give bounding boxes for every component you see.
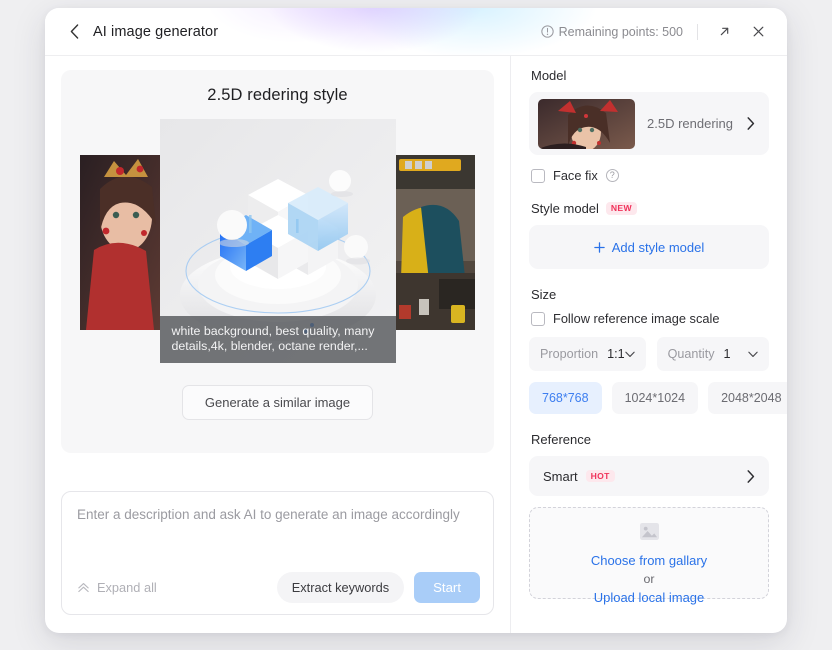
generate-similar-wrap: Generate a similar image bbox=[61, 385, 494, 420]
size-selects: Proportion 1:1 Quantity 1 bbox=[529, 337, 769, 371]
reference-label-text: Reference bbox=[531, 432, 591, 447]
image-carousel: white background, best quality, many det… bbox=[61, 119, 494, 363]
chevron-left-icon bbox=[70, 24, 78, 39]
face-fix-row[interactable]: Face fix ? bbox=[531, 168, 769, 183]
carousel-slide-previous[interactable] bbox=[80, 155, 160, 330]
model-section-label: Model bbox=[531, 68, 769, 83]
settings-pane: Model 2.5D rendering Face fix ? Style mo… bbox=[511, 56, 787, 633]
size-chip-2048[interactable]: 2048*2048 bbox=[708, 382, 787, 414]
proportion-value: 1:1 bbox=[607, 347, 625, 361]
carousel-slide-current[interactable]: white background, best quality, many det… bbox=[159, 119, 396, 363]
prompt-actions: Extract keywords Start bbox=[276, 572, 480, 603]
preview-caption: white background, best quality, many det… bbox=[159, 316, 396, 363]
workshop-thumbnail bbox=[395, 155, 475, 330]
follow-reference-scale-row[interactable]: Follow reference image scale bbox=[531, 311, 769, 326]
model-selector[interactable]: 2.5D rendering bbox=[529, 92, 769, 155]
preview-style-title: 2.5D redering style bbox=[207, 86, 348, 104]
style-model-label-text: Style model bbox=[531, 201, 599, 216]
hot-badge: HOT bbox=[585, 469, 615, 483]
face-fix-label: Face fix bbox=[553, 168, 598, 183]
chevron-double-up-icon bbox=[78, 583, 89, 593]
back-button[interactable] bbox=[63, 21, 85, 43]
chevron-down-icon bbox=[624, 351, 635, 357]
quantity-label: Quantity bbox=[667, 347, 715, 361]
header-divider bbox=[697, 23, 698, 40]
size-chip-1024[interactable]: 1024*1024 bbox=[611, 382, 699, 414]
info-circle-icon bbox=[540, 25, 554, 38]
close-button[interactable] bbox=[745, 19, 771, 45]
question-mark-icon[interactable]: ? bbox=[605, 169, 619, 182]
header-actions: Remaining points: 500 bbox=[540, 19, 771, 45]
ai-image-generator-dialog: AI image generator Remaining points: 500 bbox=[45, 8, 787, 633]
page-title: AI image generator bbox=[93, 23, 219, 40]
size-chip-768[interactable]: 768*768 bbox=[529, 382, 602, 414]
model-thumbnail-image bbox=[538, 98, 635, 149]
proportion-caret bbox=[624, 351, 635, 358]
face-fix-checkbox[interactable] bbox=[531, 168, 545, 183]
dialog-header: AI image generator Remaining points: 500 bbox=[45, 8, 787, 56]
choose-from-gallery-link[interactable]: Choose from gallary bbox=[591, 551, 707, 570]
expand-all-button[interactable]: Expand all bbox=[77, 580, 157, 595]
preview-pane: 2.5D redering style white background, be… bbox=[45, 56, 511, 633]
remaining-points: Remaining points: 500 bbox=[540, 24, 683, 39]
model-selected-name: 2.5D rendering bbox=[647, 116, 733, 131]
size-section-label: Size bbox=[531, 287, 769, 302]
remaining-points-label: Remaining points: 500 bbox=[558, 24, 683, 39]
dialog-body: 2.5D redering style white background, be… bbox=[45, 56, 787, 633]
chevron-right-icon bbox=[747, 117, 755, 130]
new-badge: NEW bbox=[605, 202, 637, 215]
start-button[interactable]: Start bbox=[414, 572, 480, 603]
prompt-input[interactable]: Enter a description and ask AI to genera… bbox=[77, 506, 478, 524]
chevron-down-icon bbox=[748, 351, 758, 357]
follow-reference-scale-label: Follow reference image scale bbox=[553, 311, 720, 326]
reference-smart-label: Smart bbox=[543, 468, 578, 484]
image-placeholder-icon bbox=[639, 522, 660, 546]
external-link-icon bbox=[720, 27, 728, 36]
extract-keywords-button[interactable]: Extract keywords bbox=[276, 572, 405, 603]
reference-chevron bbox=[747, 469, 755, 483]
quantity-caret bbox=[748, 351, 758, 358]
proportion-select[interactable]: Proportion 1:1 bbox=[529, 337, 646, 371]
image-placeholder-icon-glyph bbox=[639, 522, 659, 541]
follow-reference-scale-checkbox[interactable] bbox=[531, 311, 545, 326]
model-label-text: Model bbox=[531, 68, 567, 83]
reference-smart-row[interactable]: Smart HOT bbox=[529, 456, 769, 496]
expand-all-label: Expand all bbox=[97, 580, 157, 595]
chevron-right-icon bbox=[747, 469, 755, 483]
size-option-chips: 768*768 1024*1024 2048*2048 bbox=[529, 382, 787, 414]
model-chevron bbox=[747, 117, 755, 130]
style-model-section-label: Style model NEW bbox=[531, 201, 769, 216]
prompt-card: Enter a description and ask AI to genera… bbox=[61, 491, 494, 615]
proportion-label: Proportion bbox=[540, 347, 599, 361]
reference-section-label: Reference bbox=[531, 432, 769, 447]
upload-or-label: or bbox=[643, 572, 655, 586]
model-thumbnail bbox=[538, 98, 635, 149]
add-style-model-label: Add style model bbox=[611, 239, 705, 255]
quantity-select[interactable]: Quantity 1 bbox=[656, 337, 769, 371]
reference-upload-area[interactable]: Choose from gallary or Upload local imag… bbox=[529, 507, 769, 605]
quantity-value: 1 bbox=[723, 347, 731, 361]
close-icon bbox=[753, 26, 763, 37]
upload-local-image-link[interactable]: Upload local image bbox=[594, 588, 705, 607]
generate-similar-button[interactable]: Generate a similar image bbox=[181, 385, 374, 420]
plus-icon bbox=[594, 241, 605, 253]
add-style-model-button[interactable]: Add style model bbox=[529, 225, 769, 269]
portrait-thumbnail bbox=[80, 155, 160, 330]
carousel-slide-next[interactable] bbox=[395, 155, 475, 330]
expand-window-button[interactable] bbox=[711, 19, 737, 45]
prompt-footer: Expand all Extract keywords Start bbox=[77, 572, 480, 603]
preview-card: 2.5D redering style white background, be… bbox=[61, 70, 494, 453]
size-label-text: Size bbox=[531, 287, 557, 302]
